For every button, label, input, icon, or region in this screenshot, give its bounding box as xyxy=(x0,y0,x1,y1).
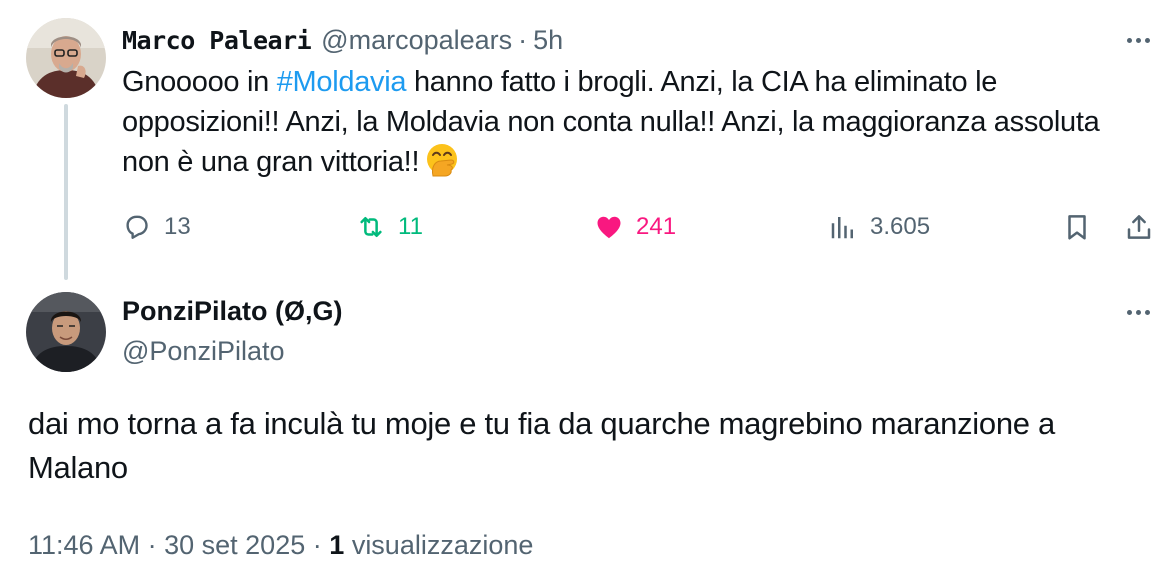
repost-count: 11 xyxy=(398,213,423,240)
reply-icon xyxy=(126,215,148,239)
tweet1-timestamp[interactable]: 5h xyxy=(533,25,563,56)
tweet2-text: dai mo torna a fa inculà tu moje e tu fi… xyxy=(28,406,1055,485)
tweet2-separator: · xyxy=(147,530,157,560)
tweet1-text: Gnooooo in #Moldavia hanno fatto i brogl… xyxy=(122,62,1122,182)
avatar-marco-paleari[interactable] xyxy=(26,18,106,98)
heart-icon xyxy=(597,216,621,239)
thread-connector-line xyxy=(64,104,68,280)
avatar-ponzipilato[interactable] xyxy=(26,292,106,372)
views-count: 3.605 xyxy=(870,213,931,240)
tweet2-views-count: 1 xyxy=(329,530,345,560)
reply-count: 13 xyxy=(164,213,191,240)
tweet2-more-options-icon[interactable] xyxy=(1118,300,1158,324)
tweet2-meta: 11:46 AM · 30 set 2025 · 1 visualizzazio… xyxy=(28,530,533,561)
repost-icon xyxy=(360,217,382,237)
tweet1-text-before: Gnooooo in xyxy=(122,66,277,98)
tweet1-separator: · xyxy=(518,24,528,55)
views-chart-icon xyxy=(831,217,853,239)
reply-button[interactable]: 13 xyxy=(122,206,191,248)
bookmark-button[interactable] xyxy=(1062,206,1092,248)
tweet1-author-name[interactable]: Marco Paleari xyxy=(122,26,312,55)
tweet2-time[interactable]: 11:46 AM xyxy=(28,530,140,560)
hashtag-link[interactable]: #Moldavia xyxy=(277,66,407,98)
like-count: 241 xyxy=(636,213,677,240)
tweet2-views-label: visualizzazione xyxy=(351,530,534,560)
tweet1-author-handle[interactable]: @marcopalears xyxy=(321,25,512,56)
tweet2-author-name[interactable]: PonziPilato (Ø,G) xyxy=(122,296,343,327)
face-with-hand-over-mouth-icon xyxy=(425,143,459,177)
tweet2-author-handle[interactable]: @PonziPilato xyxy=(122,336,285,367)
views-button[interactable]: 3.605 xyxy=(828,206,930,248)
tweet2-separator-2: · xyxy=(312,530,322,560)
like-button[interactable]: 241 xyxy=(594,206,676,248)
share-button[interactable] xyxy=(1124,206,1154,248)
tweet1-more-options-icon[interactable] xyxy=(1118,28,1158,52)
tweet2-date[interactable]: 30 set 2025 xyxy=(164,530,305,560)
tweet1-header: Marco Paleari @marcopalears · 5h xyxy=(122,22,563,58)
repost-button[interactable]: 11 xyxy=(356,206,423,248)
share-icon xyxy=(1127,215,1151,239)
bookmark-icon xyxy=(1068,215,1086,240)
